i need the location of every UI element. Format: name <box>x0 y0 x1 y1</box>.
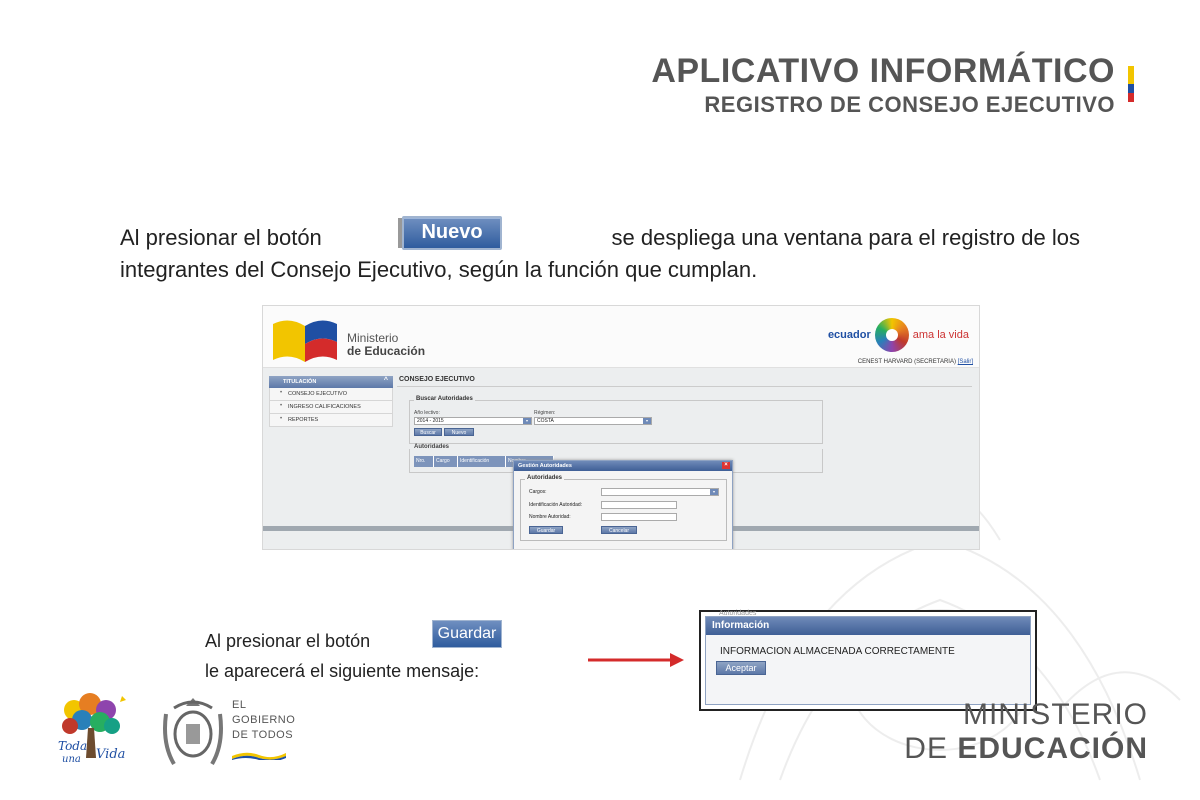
nombre-label: Nombre Autoridad: <box>529 514 571 520</box>
intro-paragraph: Al presionar el botón se despliega una v… <box>120 222 1080 286</box>
cargos-select[interactable]: ▾ <box>601 488 719 496</box>
buscar-legend: Buscar Autoridades <box>414 396 475 402</box>
dialog-legend: Autoridades <box>525 475 565 481</box>
ministerio-educacion-logo: MINISTERIO DE EDUCACIÓN <box>904 698 1148 766</box>
chevron-down-icon: ▾ <box>710 489 718 495</box>
nuevo-button-image: Nuevo <box>398 216 502 250</box>
salir-link[interactable]: [Salir] <box>958 359 973 365</box>
dialog-titlebar: Gestión Autoridades × <box>514 461 732 471</box>
toda-una-vida-logo: Toda una Vida <box>58 693 126 765</box>
info-dialog-title: Información <box>706 617 1030 635</box>
intro-text-before: Al presionar el botón <box>120 225 322 250</box>
dialog-fieldset: Autoridades Cargos: ▾ Identificación Aut… <box>520 475 727 541</box>
sidebar-item-calificaciones[interactable]: INGRESO CALIFICACIONES <box>269 401 393 414</box>
ecuador-coat-of-arms-icon <box>163 698 223 766</box>
sidebar-item-consejo[interactable]: CONSEJO EJECUTIVO <box>269 388 393 401</box>
regimen-value: COSTA <box>537 418 554 424</box>
ministerio-logo-icon <box>273 320 337 362</box>
app-ministerio-line2: de Educación <box>347 344 426 358</box>
anio-select[interactable]: 2014 - 2015 ▾ <box>414 417 532 425</box>
regimen-select[interactable]: COSTA ▾ <box>534 417 652 425</box>
gob-line3: DE TODOS <box>232 729 294 741</box>
gob-line1: EL <box>232 699 247 711</box>
identificacion-label: Identificación Autoridad: <box>529 502 583 508</box>
informacion-dialog: Autoridades Información INFORMACION ALMA… <box>699 610 1037 711</box>
info-dialog-body: Información INFORMACION ALMACENADA CORRE… <box>705 616 1031 705</box>
guardar-button-image: Guardar <box>432 620 502 648</box>
bottom-line2: le aparecerá el siguiente mensaje: <box>205 661 480 681</box>
close-icon[interactable]: × <box>722 462 730 469</box>
app-sidebar: TITULACIÓN ^ CONSEJO EJECUTIVO INGRESO C… <box>269 376 393 427</box>
cancelar-button[interactable]: Cancelar <box>601 526 637 534</box>
app-user-info: CENEST HARVARD (SECRETARIA) [Salir] <box>858 359 973 365</box>
cargos-label: Cargos: <box>529 489 547 495</box>
svg-text:una: una <box>62 754 81 765</box>
column-cargo: Cargo <box>434 456 458 467</box>
de-word: DE <box>904 732 948 765</box>
chevron-down-icon: ▾ <box>643 418 651 424</box>
de-educacion-line: DE EDUCACIÓN <box>904 732 1148 766</box>
nombre-input[interactable] <box>601 513 677 521</box>
educacion-word: EDUCACIÓN <box>957 732 1148 765</box>
chevron-down-icon: ▾ <box>523 418 531 424</box>
divider <box>397 386 972 387</box>
gob-line2: GOBIERNO <box>232 714 296 726</box>
identificacion-input[interactable] <box>601 501 677 509</box>
anio-value: 2014 - 2015 <box>417 418 444 424</box>
app-ministerio-text: Ministerio de Educación <box>347 332 425 358</box>
ecuador-flag-bar <box>1128 66 1134 102</box>
ministerio-word: MINISTERIO <box>962 698 1148 731</box>
gestion-autoridades-dialog: Gestión Autoridades × Autoridades Cargos… <box>513 460 733 549</box>
ama-la-vida-word: ama la vida <box>912 329 969 341</box>
regimen-label: Régimen: <box>534 410 556 416</box>
gobierno-flag-ribbon-icon <box>232 752 286 760</box>
intro-text-after: se despliega una ventana para el registr… <box>611 225 1080 250</box>
arrow-right-icon <box>588 653 684 667</box>
aceptar-button[interactable]: Aceptar <box>716 661 766 675</box>
app-screenshot: Ministerio de Educación ecuador ama la v… <box>262 305 980 550</box>
svg-text:Vida: Vida <box>96 747 125 762</box>
info-message: INFORMACION ALMACENADA CORRECTAMENTE <box>720 646 955 657</box>
ecuador-word: ecuador <box>827 329 871 341</box>
buscar-button[interactable]: Buscar <box>414 428 442 436</box>
nuevo-button[interactable]: Nuevo <box>444 428 474 436</box>
buscar-fieldset: Buscar Autoridades Año lectivo: 2014 - 2… <box>409 396 823 444</box>
intro-line2: integrantes del Consejo Ejecutivo, según… <box>120 257 758 282</box>
column-identificacion: Identificación <box>458 456 506 467</box>
sun-icon <box>874 318 909 352</box>
column-nro: Nro. <box>414 456 434 467</box>
guardar-button[interactable]: Guardar <box>529 526 563 534</box>
anio-label: Año lectivo: <box>414 410 440 416</box>
chevron-up-icon: ^ <box>383 377 388 384</box>
app-main-title: CONSEJO EJECUTIVO <box>399 376 475 383</box>
sidebar-item-reportes[interactable]: REPORTES <box>269 414 393 427</box>
slide-title: APLICATIVO INFORMÁTICO <box>651 52 1115 90</box>
svg-text:Toda: Toda <box>58 739 87 753</box>
sidebar-header[interactable]: TITULACIÓN ^ <box>269 376 393 388</box>
ecuador-ama-la-vida-logo: ecuador ama la vida <box>828 318 969 352</box>
slide-subtitle: REGISTRO DE CONSEJO EJECUTIVO <box>704 92 1115 117</box>
dialog-title: Gestión Autoridades <box>518 463 572 469</box>
app-user-name: CENEST HARVARD (SECRETARIA) <box>857 359 956 365</box>
sidebar-header-label: TITULACIÓN <box>283 379 317 385</box>
gobierno-de-todos-text: EL GOBIERNO DE TODOS <box>232 698 295 743</box>
app-header: Ministerio de Educación ecuador ama la v… <box>263 306 979 368</box>
autoridades-legend: Autoridades <box>414 444 450 450</box>
